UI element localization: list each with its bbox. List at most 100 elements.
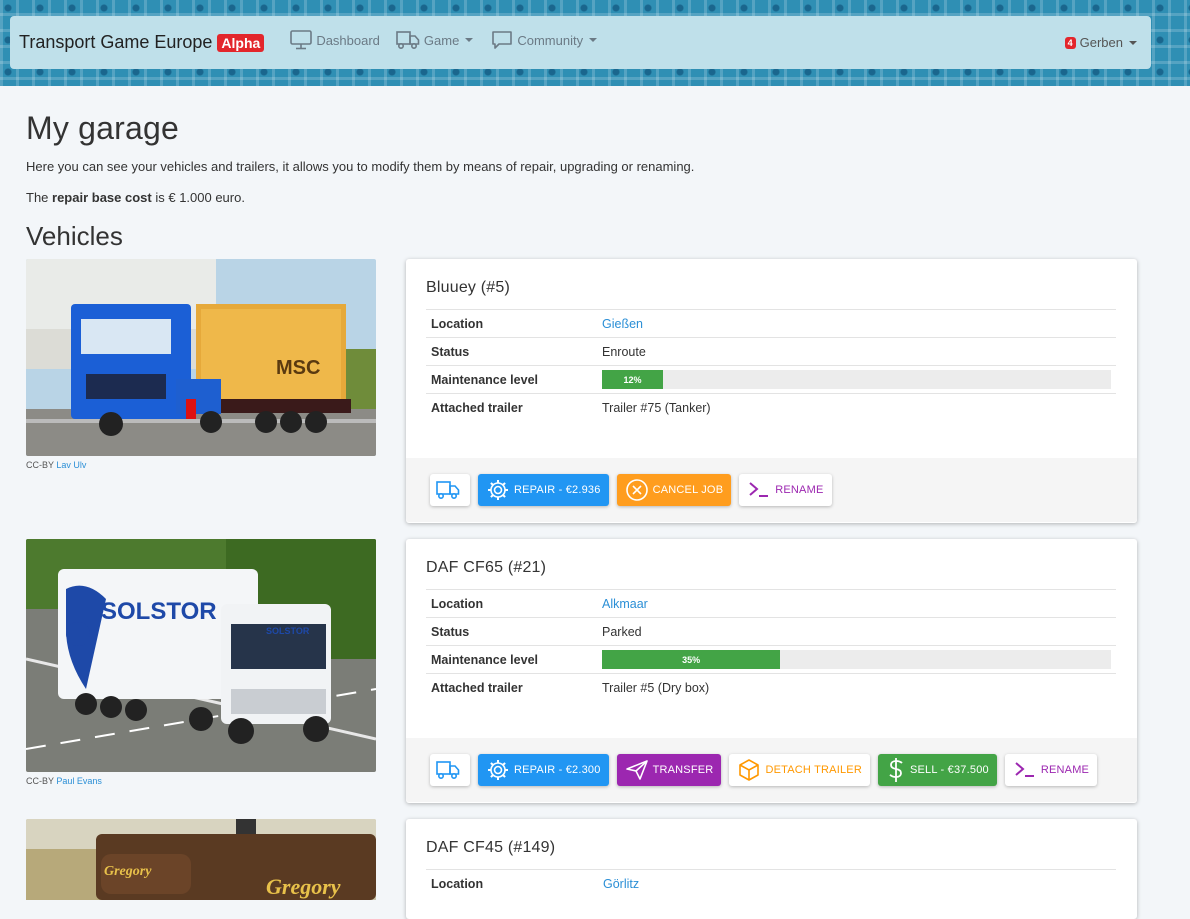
vehicle-info-table: Location Görlitz [426, 869, 1116, 898]
brand[interactable]: Transport Game Europe Alpha [19, 32, 265, 53]
vehicle-actions: REPAIR - €2.300 TRANSFER DETACH TRAILER … [406, 737, 1137, 802]
nav-dashboard[interactable]: Dashboard [290, 30, 380, 50]
user-name: Gerben [1079, 35, 1123, 50]
gear-icon [488, 479, 508, 500]
location-link[interactable]: Alkmaar [602, 597, 648, 611]
repair-button-label: REPAIR - €2.936 [514, 483, 601, 496]
dollar-icon [889, 757, 903, 782]
svg-text:Gregory: Gregory [104, 864, 152, 879]
rename-button[interactable]: RENAME [739, 473, 832, 506]
send-icon [625, 759, 648, 780]
status-value: Parked [597, 617, 1116, 646]
box-icon [739, 758, 760, 781]
status-value: Enroute [597, 337, 1116, 366]
cancel-circle-icon [625, 478, 648, 501]
status-label: Status [426, 337, 597, 366]
table-row: Maintenance level 35% [426, 645, 1116, 674]
truck-details-button[interactable] [430, 753, 470, 786]
monitor-icon [290, 30, 313, 50]
repair-button[interactable]: REPAIR - €2.936 [478, 473, 609, 506]
credit-prefix: CC-BY [26, 460, 54, 470]
alpha-badge: Alpha [217, 33, 265, 52]
credit-link[interactable]: Lav Ulv [56, 460, 86, 470]
maintenance-progress: 35% [602, 650, 1111, 669]
svg-text:Gregory: Gregory [266, 874, 341, 899]
rename-button[interactable]: RENAME [1004, 753, 1098, 786]
table-row: Location Görlitz [426, 869, 1116, 898]
maintenance-label: Maintenance level [426, 365, 597, 394]
svg-text:MSC: MSC [276, 357, 320, 379]
vehicle-card: DAF CF65 (#21) Location Alkmaar Status P… [406, 539, 1137, 803]
truck-icon [396, 31, 420, 50]
location-link[interactable]: Gießen [602, 317, 643, 331]
user-menu[interactable]: 4 Gerben [1064, 35, 1137, 50]
repair-cost-value: is € 1.000 euro. [151, 190, 245, 205]
maintenance-value: 12% [597, 365, 1116, 394]
transfer-button[interactable]: TRANSFER [616, 753, 722, 786]
vehicle-name: DAF CF65 (#21) [426, 559, 547, 576]
maintenance-progress-bar: 35% [602, 650, 781, 669]
detach-trailer-label: DETACH TRAILER [765, 763, 862, 776]
repair-cost-prefix: The [26, 190, 53, 205]
credit-prefix: CC-BY [26, 776, 54, 786]
repair-cost-text: The repair base cost is € 1.000 euro. [26, 190, 1138, 205]
nav-community-label: Community [517, 32, 584, 48]
page-description: Here you can see your vehicles and trail… [26, 159, 695, 174]
vehicle-photo[interactable]: SOLSTOR SOLSTOR [26, 539, 376, 772]
transfer-button-label: TRANSFER [652, 763, 714, 776]
vehicle-card: Bluuey (#5) Location Gießen Status Enrou… [406, 259, 1137, 523]
table-row: Attached trailer Trailer #75 (Tanker) [426, 393, 1116, 422]
nav-game-label: Game [423, 32, 460, 48]
table-row: Location Gießen [426, 309, 1116, 338]
location-label: Location [426, 869, 598, 898]
truck-icon [436, 480, 460, 499]
vehicle-photo[interactable]: Gregory Gregory [26, 819, 376, 900]
gear-icon [488, 759, 508, 780]
chevron-down-icon [465, 38, 474, 42]
status-label: Status [426, 617, 597, 646]
nav-game[interactable]: Game [396, 30, 474, 50]
repair-cost-label: repair base cost [52, 190, 152, 205]
vehicle-photo[interactable]: MSC [26, 259, 376, 456]
truck-icon [436, 760, 460, 779]
repair-button[interactable]: REPAIR - €2.300 [478, 753, 609, 786]
photo-credit: CC-BY Lav Ulv [26, 460, 86, 470]
rename-button-label: RENAME [775, 483, 824, 496]
chevron-down-icon [589, 38, 598, 42]
cancel-job-label: CANCEL JOB [652, 483, 724, 496]
vehicle-info-table: Location Alkmaar Status Parked Maintenan… [426, 589, 1116, 702]
vehicle-info-table: Location Gießen Status Enroute Maintenan… [426, 309, 1116, 422]
rename-button-label: RENAME [1040, 763, 1090, 776]
svg-text:SOLSTOR: SOLSTOR [266, 626, 310, 636]
vehicle-actions: REPAIR - €2.936 CANCEL JOB RENAME [406, 457, 1137, 522]
nav-community[interactable]: Community [491, 30, 598, 50]
terminal-icon [1015, 761, 1034, 777]
detach-trailer-button[interactable]: DETACH TRAILER [729, 753, 870, 786]
table-row: Status Parked [426, 617, 1116, 646]
top-navbar: Transport Game Europe Alpha Dashboard Ga… [10, 16, 1151, 69]
maintenance-progress: 12% [602, 370, 1111, 389]
main-content: My garage Here you can see your vehicles… [26, 110, 1138, 252]
location-value: Gießen [597, 309, 1116, 338]
photo-credit: CC-BY Paul Evans [26, 776, 102, 786]
nav-dashboard-label: Dashboard [316, 32, 380, 48]
notification-badge: 4 [1064, 36, 1076, 49]
maintenance-progress-bar: 12% [602, 370, 664, 389]
credit-link[interactable]: Paul Evans [56, 776, 102, 786]
sell-button[interactable]: SELL - €37.500 [877, 753, 997, 786]
maintenance-label: Maintenance level [426, 645, 597, 674]
maintenance-value: 35% [597, 645, 1116, 674]
vehicle-name: DAF CF45 (#149) [426, 839, 556, 856]
repair-button-label: REPAIR - €2.300 [514, 763, 601, 776]
location-value: Görlitz [598, 869, 1116, 898]
chat-icon [492, 31, 513, 49]
trailer-label: Attached trailer [426, 673, 597, 702]
brand-name: Transport Game Europe [19, 32, 213, 52]
table-row: Status Enroute [426, 337, 1116, 366]
cancel-job-button[interactable]: CANCEL JOB [616, 473, 732, 506]
location-link[interactable]: Görlitz [603, 877, 639, 891]
truck-details-button[interactable] [430, 473, 470, 506]
table-row: Maintenance level 12% [426, 365, 1116, 394]
sell-button-label: SELL - €37.500 [909, 763, 989, 776]
location-label: Location [426, 589, 597, 618]
